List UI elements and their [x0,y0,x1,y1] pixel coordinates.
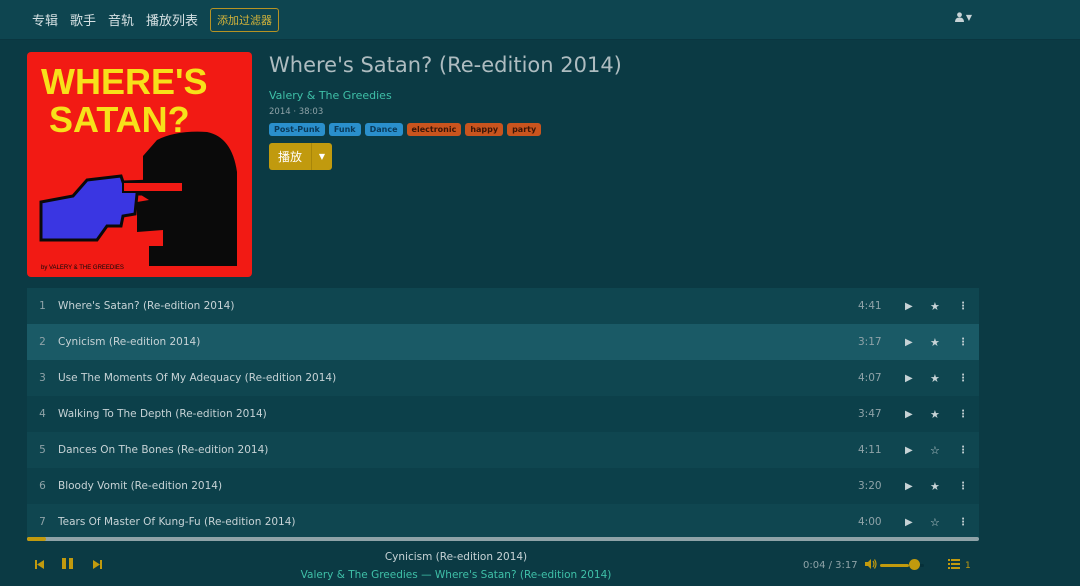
track-row[interactable]: 7 Tears Of Master Of Kung-Fu (Re-edition … [27,504,979,540]
album-cover: WHERE'S SATAN? by VALERY & THE GREEDIES [27,52,252,277]
more-options-icon[interactable]: ⋮ [958,445,968,456]
genre-tags: Post-Punk Funk Dance electronic happy pa… [269,123,542,136]
cover-title-line1: WHERE'S [41,61,208,102]
track-title: Dances On The Bones (Re-edition 2014) [58,444,269,456]
queue-count: 1 [965,561,971,571]
track-title: Cynicism (Re-edition 2014) [58,336,201,348]
tag-electronic[interactable]: electronic [406,123,462,136]
play-icon[interactable]: ▶ [905,481,913,492]
track-duration: 4:41 [858,300,882,312]
add-filter-button[interactable]: 添加过滤器 [210,7,280,32]
tag-funk[interactable]: Funk [328,123,361,136]
cover-title-line2: SATAN? [49,99,190,140]
volume-slider-fill [880,564,910,567]
track-title: Use The Moments Of My Adequacy (Re-editi… [58,372,337,384]
more-options-icon[interactable]: ⋮ [958,481,968,492]
tag-happy[interactable]: happy [465,123,504,136]
tag-dance[interactable]: Dance [364,123,403,136]
track-number: 3 [39,372,46,384]
star-filled-icon[interactable]: ★ [930,300,940,313]
track-row[interactable]: 5 Dances On The Bones (Re-edition 2014) 4:… [27,432,979,468]
more-options-icon[interactable]: ⋮ [958,373,968,384]
nav-albums[interactable]: 专辑 [32,10,58,29]
play-options-dropdown[interactable]: ▼ [311,143,332,170]
track-number: 6 [39,480,46,492]
track-row[interactable]: 3 Use The Moments Of My Adequacy (Re-edit… [27,360,979,396]
user-menu-button[interactable]: ▼ [954,12,972,22]
now-playing-subtitle[interactable]: Valery & The Greedies — Where's Satan? (… [0,569,912,581]
now-playing-title: Cynicism (Re-edition 2014) [384,551,528,563]
more-options-icon[interactable]: ⋮ [958,337,968,348]
play-icon[interactable]: ▶ [905,337,913,348]
track-duration: 3:20 [858,480,882,492]
nav-artists[interactable]: 歌手 [70,10,96,29]
playback-progress-fill [27,537,47,541]
player-bar: Cynicism (Re-edition 2014) Valery & The … [0,542,1080,586]
track-number: 1 [39,300,46,312]
track-number: 2 [39,336,46,348]
track-duration: 4:00 [858,516,882,528]
play-icon[interactable]: ▶ [905,517,913,528]
track-list: 1 Where's Satan? (Re-edition 2014) 4:41 ▶ ★ ⋮… [27,288,979,540]
star-filled-icon[interactable]: ★ [930,336,940,349]
track-row[interactable]: 6 Bloody Vomit (Re-edition 2014) 3:20 ▶ ★ ⋮ [27,468,979,504]
chevron-down-icon: ▼ [965,12,972,22]
track-duration: 3:17 [858,336,882,348]
track-row[interactable]: 2 Cynicism (Re-edition 2014) 3:17 ▶ ★ ⋮ [27,324,979,360]
track-duration: 3:47 [858,408,882,420]
track-title: Walking To The Depth (Re-edition 2014) [58,408,267,420]
tag-post-punk[interactable]: Post-Punk [269,123,325,136]
queue-button[interactable] [948,558,960,572]
play-album-button[interactable]: 播放 [269,143,311,170]
play-button-group: 播放 ▼ [269,143,332,170]
track-row[interactable]: 1 Where's Satan? (Re-edition 2014) 4:41 ▶ ★ ⋮ [27,288,979,324]
album-title: Where's Satan? (Re-edition 2014) [269,53,622,77]
more-options-icon[interactable]: ⋮ [958,517,968,528]
cover-credit: by VALERY & THE GREEDIES [41,265,124,271]
more-options-icon[interactable]: ⋮ [958,409,968,420]
track-number: 4 [39,408,46,420]
track-title: Tears Of Master Of Kung-Fu (Re-edition 2… [58,516,296,528]
track-number: 5 [39,444,46,456]
chevron-down-icon: ▼ [318,152,326,161]
play-icon[interactable]: ▶ [905,301,913,312]
volume-slider-handle[interactable] [909,559,920,570]
star-outline-icon[interactable]: ☆ [930,444,940,457]
star-filled-icon[interactable]: ★ [930,480,940,493]
volume-icon[interactable] [865,559,877,572]
track-row[interactable]: 4 Walking To The Depth (Re-edition 2014) 3… [27,396,979,432]
user-icon [954,12,964,22]
playback-time: 0:04 / 3:17 [803,560,858,571]
album-artist-link[interactable]: Valery & The Greedies [269,89,392,102]
play-icon[interactable]: ▶ [905,373,913,384]
list-icon [948,559,960,569]
nav-playlists[interactable]: 播放列表 [146,10,198,29]
tag-party[interactable]: party [507,123,542,136]
track-number: 7 [39,516,46,528]
album-meta: 2014 · 38:03 [269,107,324,117]
top-navbar: 专辑 歌手 音轨 播放列表 添加过滤器 ▼ [0,0,1080,40]
playback-progress-bar[interactable] [27,537,979,541]
play-icon[interactable]: ▶ [905,445,913,456]
more-options-icon[interactable]: ⋮ [958,301,968,312]
play-icon[interactable]: ▶ [905,409,913,420]
star-outline-icon[interactable]: ☆ [930,516,940,529]
track-duration: 4:07 [858,372,882,384]
track-duration: 4:11 [858,444,882,456]
star-filled-icon[interactable]: ★ [930,372,940,385]
track-title: Bloody Vomit (Re-edition 2014) [58,480,223,492]
track-title: Where's Satan? (Re-edition 2014) [58,300,235,312]
nav-tracks[interactable]: 音轨 [108,10,134,29]
star-filled-icon[interactable]: ★ [930,408,940,421]
